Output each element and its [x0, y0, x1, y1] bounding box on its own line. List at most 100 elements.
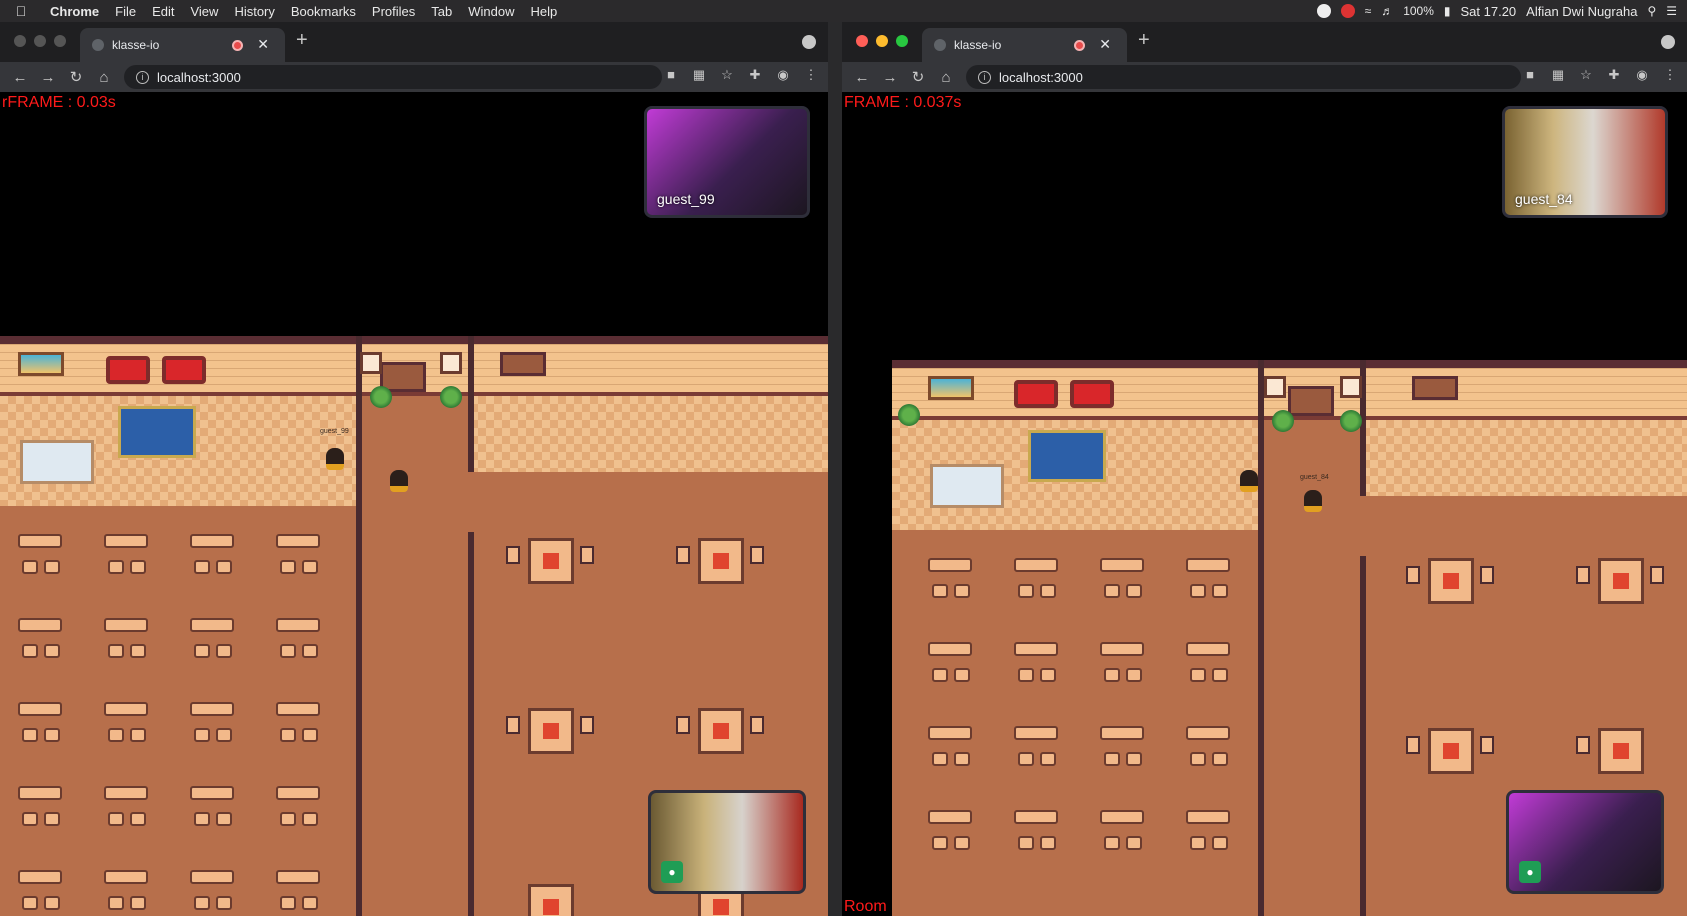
record-icon[interactable]: [1316, 4, 1331, 18]
wall-painting: [928, 376, 974, 400]
camera-icon[interactable]: ■: [662, 67, 680, 83]
home-icon[interactable]: ⌂: [90, 69, 118, 86]
table-chair: [676, 716, 690, 734]
translate-icon[interactable]: ▦: [690, 67, 708, 83]
menu-icon[interactable]: ⋮: [802, 67, 820, 83]
search-icon[interactable]: ⚲: [1647, 4, 1656, 18]
mic-icon[interactable]: ●: [1519, 861, 1541, 883]
new-tab-button[interactable]: +: [1138, 29, 1150, 52]
player-avatar[interactable]: [390, 470, 408, 492]
back-icon[interactable]: ←: [848, 69, 876, 86]
menu-window[interactable]: Window: [460, 4, 522, 19]
game-canvas[interactable]: rFRAME : 0.03s guest_99 guest_99 ●: [0, 92, 828, 916]
meeting-table: [1428, 728, 1474, 774]
address-bar[interactable]: i localhost:3000: [124, 65, 662, 89]
remote-video-label: guest_84: [1515, 191, 1573, 207]
close-tab-icon[interactable]: ✕: [1099, 36, 1111, 53]
clock[interactable]: Sat 17.20: [1461, 4, 1517, 19]
player-avatar[interactable]: [1304, 490, 1322, 512]
wall-cabinet: [1412, 376, 1458, 400]
close-window-button[interactable]: [856, 35, 868, 47]
close-window-button[interactable]: [14, 35, 26, 47]
tab-search-icon[interactable]: [1661, 35, 1675, 49]
apple-icon[interactable]: : [0, 3, 42, 19]
menu-profiles[interactable]: Profiles: [364, 4, 423, 19]
profile-icon[interactable]: ◉: [1633, 67, 1651, 83]
notification-icon[interactable]: [1340, 4, 1355, 18]
minimize-window-button[interactable]: [34, 35, 46, 47]
menu-help[interactable]: Help: [523, 4, 566, 19]
menu-edit[interactable]: Edit: [144, 4, 182, 19]
tab-klasse-io[interactable]: klasse-io ✕: [80, 28, 285, 62]
reload-icon[interactable]: ↻: [904, 68, 932, 86]
battery-icon[interactable]: ▮: [1444, 4, 1451, 18]
wall-divider: [1360, 556, 1366, 916]
window: [360, 352, 382, 374]
meeting-table: [698, 708, 744, 754]
wifi-icon[interactable]: ≈: [1365, 4, 1372, 18]
light-table: [930, 464, 1004, 508]
info-icon[interactable]: i: [136, 70, 149, 84]
close-tab-icon[interactable]: ✕: [257, 36, 269, 53]
star-icon[interactable]: ☆: [718, 67, 736, 83]
local-video-tile[interactable]: ●: [648, 790, 806, 894]
macos-menubar:  Chrome File Edit View History Bookmark…: [0, 0, 1687, 22]
toolbar-actions: ■ ▦ ☆ ✚ ◉ ⋮: [1521, 67, 1679, 83]
back-icon[interactable]: ←: [6, 69, 34, 86]
battery-percent: 100%: [1403, 4, 1434, 18]
extensions-icon[interactable]: ✚: [746, 67, 764, 83]
menu-tab[interactable]: Tab: [423, 4, 460, 19]
meeting-table: [528, 708, 574, 754]
volume-icon[interactable]: ♬: [1381, 4, 1393, 18]
tab-klasse-io[interactable]: klasse-io ✕: [922, 28, 1127, 62]
star-icon[interactable]: ☆: [1577, 67, 1595, 83]
tab-title: klasse-io: [112, 38, 160, 52]
tab-strip: klasse-io ✕ +: [0, 22, 828, 62]
window-gap: [828, 22, 842, 916]
browser-window-left: klasse-io ✕ + ← → ↻ ⌂ i localhost:3000 ■…: [0, 22, 828, 916]
tab-strip: klasse-io ✕ +: [842, 22, 1687, 62]
forward-icon[interactable]: →: [34, 69, 62, 86]
checkered-floor-right: [470, 396, 828, 472]
menu-app-chrome[interactable]: Chrome: [42, 4, 107, 19]
table-chair: [1576, 566, 1590, 584]
player-avatar[interactable]: [326, 448, 344, 470]
sofa: [162, 356, 206, 384]
avatar-name-tag: guest_84: [1300, 474, 1329, 481]
meeting-table: [698, 538, 744, 584]
control-center-icon[interactable]: ☰: [1666, 4, 1677, 18]
translate-icon[interactable]: ▦: [1549, 67, 1567, 83]
camera-icon[interactable]: ■: [1521, 67, 1539, 83]
profile-icon[interactable]: ◉: [774, 67, 792, 83]
info-icon[interactable]: i: [978, 70, 991, 84]
tab-search-icon[interactable]: [802, 35, 816, 49]
menu-history[interactable]: History: [226, 4, 282, 19]
game-canvas[interactable]: FRAME : 0.037s guest_84 guest_84 ● Room: [842, 92, 1687, 916]
remote-video-tile[interactable]: guest_99: [644, 106, 810, 218]
player-avatar[interactable]: [1240, 470, 1258, 492]
menu-bookmarks[interactable]: Bookmarks: [283, 4, 364, 19]
frame-counter: rFRAME : 0.03s: [2, 94, 116, 112]
minimize-window-button[interactable]: [876, 35, 888, 47]
home-icon[interactable]: ⌂: [932, 69, 960, 86]
reload-icon[interactable]: ↻: [62, 68, 90, 86]
address-bar[interactable]: i localhost:3000: [966, 65, 1521, 89]
user-name[interactable]: Alfian Dwi Nugraha: [1526, 4, 1637, 19]
new-tab-button[interactable]: +: [296, 29, 308, 52]
extensions-icon[interactable]: ✚: [1605, 67, 1623, 83]
menu-icon[interactable]: ⋮: [1661, 67, 1679, 83]
menu-view[interactable]: View: [182, 4, 226, 19]
room-label: Room: [844, 898, 887, 915]
menu-file[interactable]: File: [107, 4, 144, 19]
zoom-window-button[interactable]: [896, 35, 908, 47]
sofa: [1014, 380, 1058, 408]
mic-icon[interactable]: ●: [661, 861, 683, 883]
wall-divider: [468, 532, 474, 916]
remote-video-tile[interactable]: guest_84: [1502, 106, 1668, 218]
table-chair: [676, 546, 690, 564]
forward-icon[interactable]: →: [876, 69, 904, 86]
zoom-window-button[interactable]: [54, 35, 66, 47]
wall-divider: [1258, 360, 1264, 916]
checkered-floor-right: [1362, 420, 1687, 496]
local-video-tile[interactable]: ●: [1506, 790, 1664, 894]
